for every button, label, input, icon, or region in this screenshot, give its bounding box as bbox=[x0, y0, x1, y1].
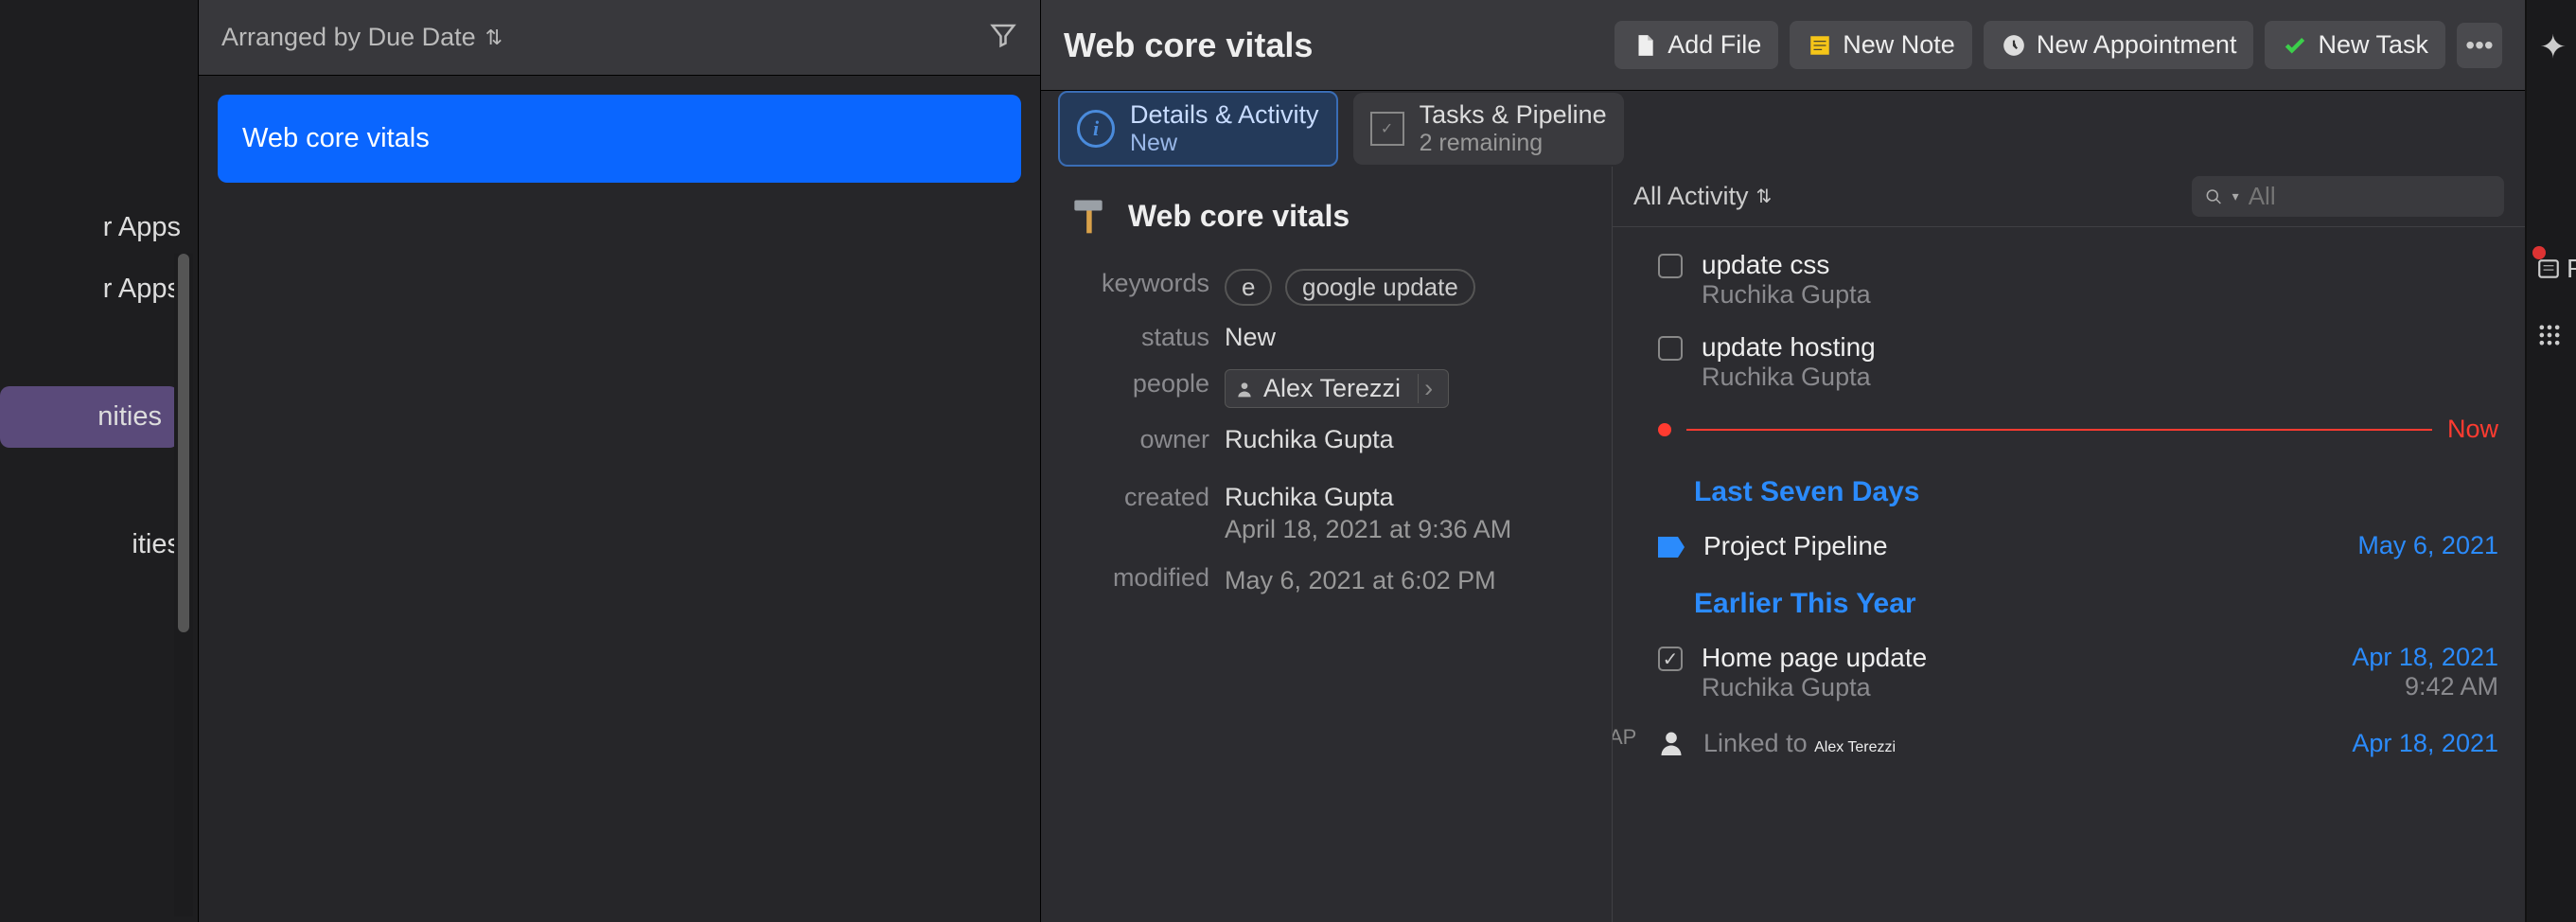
now-label: Now bbox=[2447, 415, 2498, 444]
created-at: April 18, 2021 at 9:36 AM bbox=[1225, 512, 1585, 546]
status-value: New bbox=[1225, 323, 1585, 352]
notification-dot-icon bbox=[2532, 246, 2546, 259]
new-appointment-button[interactable]: New Appointment bbox=[1984, 21, 2254, 69]
clock-icon bbox=[2001, 32, 2027, 59]
outer-sidebar-item[interactable]: r Apps bbox=[0, 258, 198, 320]
tab-subtitle: 2 remaining bbox=[1420, 130, 1607, 157]
section-earlier: Earlier This Year bbox=[1694, 588, 2498, 620]
task-owner: Ruchika Gupta bbox=[1702, 363, 2498, 392]
right-strip: ✦ R bbox=[2527, 0, 2576, 922]
created-label: created bbox=[1067, 483, 1209, 512]
task-item[interactable]: update css Ruchika Gupta bbox=[1658, 250, 2498, 310]
now-divider: Now bbox=[1658, 415, 2498, 444]
details-pane: Web core vitals keywords e google update… bbox=[1041, 167, 1613, 922]
linked-prefix: Linked to bbox=[1703, 729, 1814, 757]
tab-title: Tasks & Pipeline bbox=[1420, 100, 1607, 130]
list-header: Arranged by Due Date ⇅ bbox=[199, 0, 1040, 76]
owner-value: Ruchika Gupta bbox=[1225, 425, 1585, 454]
activity-title: Home page update bbox=[1702, 643, 2333, 673]
add-file-button[interactable]: Add File bbox=[1614, 21, 1778, 69]
activity-row-pipeline[interactable]: Project Pipeline May 6, 2021 bbox=[1658, 531, 2498, 561]
created-by: Ruchika Gupta bbox=[1225, 483, 1585, 512]
sort-label: Arranged by Due Date bbox=[221, 23, 476, 52]
keywords-label: keywords bbox=[1067, 269, 1209, 298]
pipeline-icon bbox=[1658, 537, 1685, 558]
now-dot-icon bbox=[1658, 423, 1671, 436]
file-icon bbox=[1632, 32, 1658, 59]
checkbox-icon: ✓ bbox=[1370, 112, 1404, 146]
outer-sidebar-item[interactable]: r Apps bbox=[0, 197, 198, 258]
activity-date: Apr 18, 2021 bbox=[2352, 643, 2498, 672]
modified-at: May 6, 2021 at 6:02 PM bbox=[1225, 563, 1585, 597]
status-label: status bbox=[1067, 323, 1209, 352]
activity-date: May 6, 2021 bbox=[2357, 531, 2498, 560]
tab-subtitle: New bbox=[1130, 130, 1319, 157]
search-input[interactable] bbox=[2249, 182, 2491, 211]
chevron-down-icon: ▾ bbox=[2232, 188, 2239, 204]
chevron-right-icon: › bbox=[1418, 374, 1438, 403]
project-title: Web core vitals bbox=[1128, 199, 1350, 234]
list-item-web-core-vitals[interactable]: Web core vitals bbox=[218, 95, 1021, 183]
activity-search[interactable]: ▾ bbox=[2192, 176, 2504, 217]
person-chip[interactable]: Alex Terezzi › bbox=[1225, 369, 1449, 408]
keyword-tag[interactable]: google update bbox=[1285, 269, 1475, 306]
scrollbar-thumb[interactable] bbox=[178, 254, 189, 632]
activity-pane: All Activity ⇅ ▾ update css Ruchi bbox=[1613, 167, 2525, 922]
task-item[interactable]: update hosting Ruchika Gupta bbox=[1658, 332, 2498, 392]
sort-control[interactable]: Arranged by Due Date ⇅ bbox=[221, 23, 503, 52]
person-icon bbox=[1658, 729, 1685, 755]
checkbox[interactable] bbox=[1658, 336, 1683, 361]
task-owner: Ruchika Gupta bbox=[1702, 280, 2498, 310]
note-icon bbox=[1807, 32, 1833, 59]
activity-owner: Ruchika Gupta bbox=[1702, 673, 2333, 702]
tab-details-activity[interactable]: i Details & Activity New bbox=[1058, 91, 1338, 167]
hammer-icon bbox=[1067, 195, 1109, 237]
task-title: update hosting bbox=[1702, 332, 2498, 363]
ap-label: AP bbox=[1613, 725, 1636, 750]
sort-arrows-icon: ⇅ bbox=[485, 26, 503, 50]
checkbox-checked[interactable] bbox=[1658, 647, 1683, 671]
activity-time: 9:42 AM bbox=[2352, 672, 2498, 701]
detail-header: Web core vitals Add File New Note New Ap… bbox=[1041, 0, 2525, 91]
outer-sidebar-item[interactable]: nities bbox=[0, 386, 179, 448]
activity-filter-dropdown[interactable]: All Activity ⇅ bbox=[1633, 182, 1772, 211]
ellipsis-icon: ••• bbox=[2465, 30, 2493, 61]
sort-arrows-icon: ⇅ bbox=[1756, 185, 1773, 208]
activity-date: Apr 18, 2021 bbox=[2352, 729, 2498, 758]
list-column: Arranged by Due Date ⇅ Web core vitals bbox=[199, 0, 1041, 922]
apps-grid-icon[interactable] bbox=[2536, 322, 2563, 353]
tab-row: i Details & Activity New ✓ Tasks & Pipel… bbox=[1041, 91, 2525, 167]
filter-icon[interactable] bbox=[989, 21, 1017, 54]
detail-title: Web core vitals bbox=[1064, 26, 1603, 65]
tab-title: Details & Activity bbox=[1130, 100, 1319, 130]
people-label: people bbox=[1067, 369, 1209, 399]
section-last-seven: Last Seven Days bbox=[1694, 476, 2498, 508]
extensions-icon[interactable]: ✦ bbox=[2540, 28, 2567, 66]
detail-column: Web core vitals Add File New Note New Ap… bbox=[1041, 0, 2527, 922]
linked-person: Alex Terezzi bbox=[1814, 739, 1896, 755]
activity-title: Project Pipeline bbox=[1703, 531, 2338, 561]
more-button[interactable]: ••• bbox=[2457, 23, 2502, 68]
search-icon bbox=[2205, 186, 2223, 207]
activity-row-link[interactable]: Linked to Alex Terezzi Apr 18, 2021 bbox=[1658, 729, 2498, 758]
outer-sidebar: r Apps r Apps nities ities bbox=[0, 0, 199, 922]
activity-row-done[interactable]: Home page update Ruchika Gupta Apr 18, 2… bbox=[1658, 643, 2498, 702]
checkbox[interactable] bbox=[1658, 254, 1683, 278]
new-note-button[interactable]: New Note bbox=[1790, 21, 1972, 69]
checkmark-icon bbox=[2282, 32, 2308, 59]
owner-label: owner bbox=[1067, 425, 1209, 454]
keyword-tag[interactable]: e bbox=[1225, 269, 1272, 306]
info-icon: i bbox=[1077, 110, 1115, 148]
tab-tasks-pipeline[interactable]: ✓ Tasks & Pipeline 2 remaining bbox=[1353, 93, 1624, 165]
modified-label: modified bbox=[1067, 563, 1209, 593]
new-task-button[interactable]: New Task bbox=[2265, 21, 2445, 69]
person-icon bbox=[1235, 380, 1254, 399]
task-title: update css bbox=[1702, 250, 2498, 280]
outer-sidebar-item[interactable]: ities bbox=[0, 514, 198, 576]
